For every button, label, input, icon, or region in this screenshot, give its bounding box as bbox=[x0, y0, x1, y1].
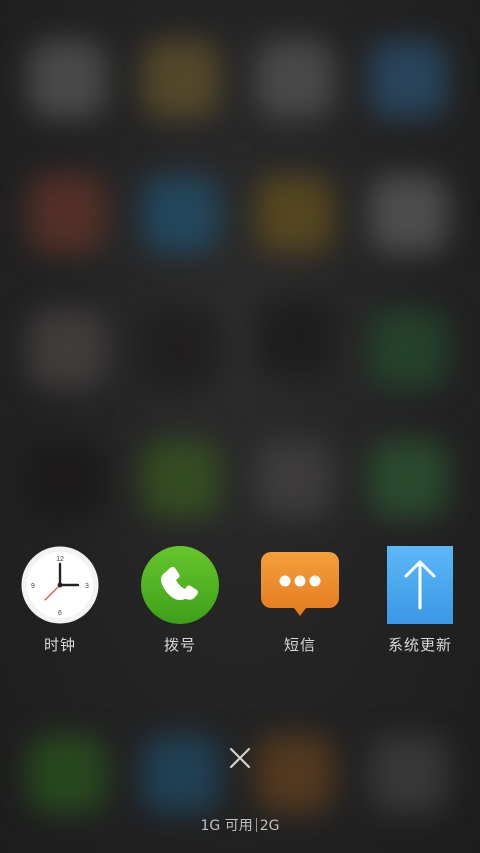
recent-apps-row: 12 3 6 9 时钟 拨号 短信 系统更新 bbox=[0, 546, 480, 666]
memory-available: 1G 可用 bbox=[200, 818, 253, 834]
recent-app-phone[interactable]: 拨号 bbox=[130, 546, 230, 655]
recent-apps-screen: 12 3 6 9 时钟 拨号 短信 系统更新 1G 可用 2G bbox=[0, 0, 480, 853]
recent-app-label: 短信 bbox=[283, 636, 316, 654]
clock-icon: 12 3 6 9 bbox=[21, 546, 99, 624]
svg-text:12: 12 bbox=[56, 556, 64, 563]
system-update-icon bbox=[381, 546, 459, 624]
blurred-home-background bbox=[0, 0, 480, 853]
recent-app-label: 系统更新 bbox=[387, 636, 452, 654]
svg-text:3: 3 bbox=[85, 583, 89, 590]
message-icon bbox=[261, 546, 339, 624]
recent-app-messages[interactable]: 短信 bbox=[250, 546, 350, 655]
memory-separator bbox=[255, 818, 257, 832]
close-icon bbox=[229, 747, 251, 769]
recent-app-label: 拨号 bbox=[163, 636, 196, 654]
clear-all-button[interactable] bbox=[222, 740, 258, 776]
recent-app-system-update[interactable]: 系统更新 bbox=[370, 546, 470, 655]
recent-app-label: 时钟 bbox=[43, 636, 76, 654]
phone-icon bbox=[141, 546, 219, 624]
svg-text:9: 9 bbox=[31, 583, 35, 590]
svg-text:6: 6 bbox=[58, 610, 62, 617]
recent-app-clock[interactable]: 12 3 6 9 时钟 bbox=[10, 546, 110, 655]
memory-status: 1G 可用 2G bbox=[0, 815, 480, 835]
memory-total: 2G bbox=[259, 818, 280, 834]
